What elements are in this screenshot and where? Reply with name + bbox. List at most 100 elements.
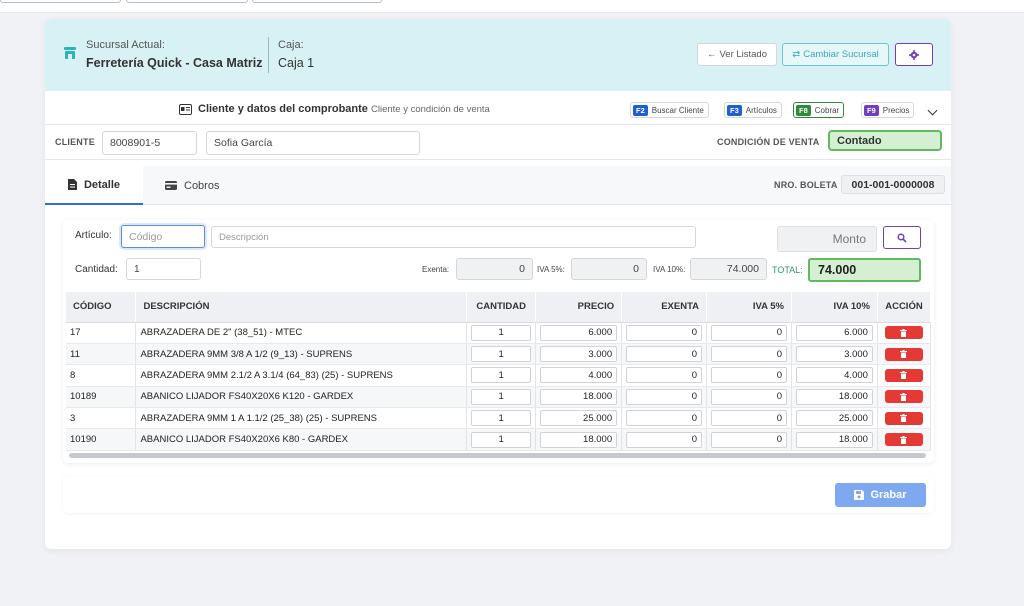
shortcut-cobrar-button[interactable]: F8 Cobrar: [793, 102, 845, 118]
caja-label: Caja:: [278, 39, 304, 51]
tab-cobros-label: Cobros: [184, 179, 220, 192]
column-header[interactable]: PRECIO: [535, 292, 623, 323]
tab-detalle[interactable]: Detalle: [45, 166, 143, 205]
precio-cell-input[interactable]: 18.000: [540, 388, 618, 405]
precio-cell-input[interactable]: 4.000: [540, 367, 618, 384]
iva10-cell-input[interactable]: 4.000: [795, 367, 873, 384]
delete-row-button[interactable]: [884, 368, 923, 382]
table-row[interactable]: 10189 ABANICO LIJADOR FS40X20X6 K120 - GA…: [66, 386, 932, 409]
exenta-cell-input[interactable]: 0: [626, 431, 703, 448]
precio-cell-input[interactable]: 18.000: [540, 431, 618, 448]
save-icon: [854, 490, 865, 500]
shortcut-articulos-button[interactable]: F3 Artículos: [724, 102, 782, 118]
cliente-ruc-field[interactable]: 8008901-5: [102, 131, 197, 155]
client-section-bar[interactable]: Cliente y datos del comprobante Cliente …: [45, 96, 951, 125]
boleta-label: NRO. BOLETA: [774, 180, 838, 190]
table-row[interactable]: 10190 ABANICO LIJADOR FS40X20X6 K80 - GAR…: [66, 428, 932, 451]
horizontal-scrollbar[interactable]: [69, 453, 926, 458]
detail-panel: Artículo: Código Descripción Monto Canti…: [63, 220, 934, 463]
cantidad-cell-input[interactable]: 1: [471, 410, 532, 427]
iva10-cell-input[interactable]: 18.000: [795, 388, 873, 405]
top-tab[interactable]: [0, 0, 121, 3]
table-header-row: CÓDIGO DESCRIPCIÓN CANTIDAD PRECIO EXENT…: [66, 292, 932, 323]
exenta-cell-input[interactable]: 0: [626, 388, 703, 405]
column-header[interactable]: CANTIDAD: [466, 292, 537, 323]
search-button[interactable]: [883, 226, 921, 249]
delete-row-button[interactable]: [884, 347, 923, 361]
cantidad-cell-input[interactable]: 1: [471, 431, 532, 448]
delete-row-button[interactable]: [884, 326, 923, 340]
iva10-cell-input[interactable]: 6.000: [795, 324, 873, 341]
descripcion-cell: ABRAZADERA 9MM 2.1/2 A 3.1/4 (64_83) (25…: [135, 364, 468, 387]
cantidad-cell-input[interactable]: 1: [471, 388, 532, 405]
iva10-cell-input[interactable]: 18.000: [795, 431, 873, 448]
iva10-cell-input[interactable]: 25.000: [795, 410, 873, 427]
settings-button[interactable]: [895, 43, 933, 66]
ver-listado-button[interactable]: ← Ver Listado: [697, 43, 777, 66]
iva5-cell-input[interactable]: 0: [711, 367, 787, 384]
shortcut-key: F3: [727, 104, 742, 116]
grabar-button[interactable]: Grabar: [835, 483, 926, 507]
trash-icon: [900, 392, 908, 401]
column-header[interactable]: EXENTA: [621, 292, 708, 323]
items-table: CÓDIGO DESCRIPCIÓN CANTIDAD PRECIO EXENT…: [66, 292, 932, 451]
iva10-cell-input[interactable]: 3.000: [795, 346, 873, 363]
descripcion-input[interactable]: Descripción: [211, 226, 696, 248]
trash-icon: [900, 328, 908, 337]
precio-cell-input[interactable]: 6.000: [540, 324, 618, 341]
table-row[interactable]: 17 ABRAZADERA DE 2" (38_51) - MTEC 1 6.000 0…: [66, 322, 932, 344]
table-row[interactable]: 3 ABRAZADERA 9MM 1 A 1.1/2 (25_38) (25) -…: [66, 407, 932, 430]
client-row: CLIENTE 8008901-5 Sofia García CONDICIÓN…: [45, 126, 951, 160]
tab-detalle-label: Detalle: [83, 178, 121, 191]
iva10-label: IVA 10%:: [653, 265, 686, 274]
top-tab[interactable]: [126, 0, 248, 3]
cambiar-sucursal-button[interactable]: ⇄ Cambiar Sucursal: [782, 43, 889, 66]
column-header[interactable]: DESCRIPCIÓN: [135, 292, 468, 323]
top-tab[interactable]: [252, 0, 382, 3]
shortcut-label: Artículos: [745, 105, 777, 115]
cantidad-cell-input[interactable]: 1: [471, 324, 532, 341]
exenta-cell-input[interactable]: 0: [626, 324, 703, 341]
condicion-select[interactable]: Contado: [828, 130, 942, 151]
cliente-name-field[interactable]: Sofia García: [206, 131, 420, 155]
exenta-cell-input[interactable]: 0: [626, 410, 703, 427]
table-row[interactable]: 11 ABRAZADERA 9MM 3/8 A 1/2 (9_13) - SUPR…: [66, 343, 932, 366]
delete-row-button[interactable]: [884, 433, 923, 447]
descripcion-cell: ABRAZADERA 9MM 3/8 A 1/2 (9_13) - SUPREN…: [135, 343, 468, 366]
cantidad-cell-input[interactable]: 1: [471, 346, 532, 363]
search-icon: [897, 232, 907, 243]
precio-cell-input[interactable]: 3.000: [540, 346, 618, 363]
iva5-cell-input[interactable]: 0: [711, 346, 787, 363]
codigo-input[interactable]: Código: [121, 225, 205, 248]
shortcut-label: Precios: [882, 105, 910, 115]
monto-field[interactable]: Monto: [777, 226, 877, 252]
chevron-down-icon[interactable]: [927, 105, 938, 116]
cantidad-cell-input[interactable]: 1: [471, 367, 532, 384]
exenta-cell-input[interactable]: 0: [626, 367, 703, 384]
shortcut-buscar-cliente-button[interactable]: F2 Buscar Cliente: [630, 102, 709, 118]
exenta-cell-input[interactable]: 0: [626, 346, 703, 363]
gear-icon: [909, 49, 919, 60]
cantidad-input[interactable]: 1: [126, 258, 201, 280]
caja-value: Caja 1: [278, 56, 315, 70]
store-icon: [64, 47, 76, 59]
iva5-cell-input[interactable]: 0: [711, 388, 787, 405]
id-card-icon: [179, 104, 192, 115]
descripcion-cell: ABRAZADERA 9MM 1 A 1.1/2 (25_38) (25) - …: [135, 407, 468, 430]
delete-row-button[interactable]: [884, 411, 923, 425]
condicion-label: CONDICIÓN DE VENTA: [717, 137, 820, 147]
iva5-cell-input[interactable]: 0: [711, 431, 787, 448]
delete-row-button[interactable]: [884, 390, 923, 404]
total-value: 74.000: [808, 258, 921, 282]
iva5-cell-input[interactable]: 0: [711, 410, 787, 427]
table-row[interactable]: 8 ABRAZADERA 9MM 2.1/2 A 3.1/4 (64_83) (2…: [66, 364, 932, 387]
shortcut-precios-button[interactable]: F9 Precios: [861, 102, 915, 118]
codigo-cell: 11: [66, 343, 137, 366]
column-header[interactable]: CÓDIGO: [66, 292, 137, 323]
precio-cell-input[interactable]: 25.000: [540, 410, 618, 427]
iva5-cell-input[interactable]: 0: [711, 324, 787, 341]
column-header[interactable]: IVA 10%: [791, 292, 878, 323]
articulo-label: Artículo:: [75, 230, 112, 241]
tab-cobros[interactable]: Cobros: [165, 166, 235, 205]
column-header[interactable]: IVA 5%: [706, 292, 792, 323]
